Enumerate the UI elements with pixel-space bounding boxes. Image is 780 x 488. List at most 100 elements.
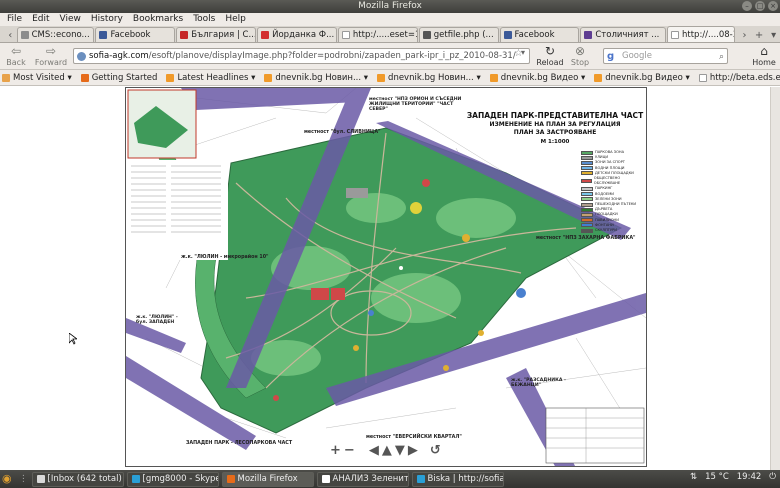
tab-1[interactable]: Facebook — [95, 27, 176, 42]
tab-8-active[interactable]: http://....08-31/× — [667, 26, 736, 42]
skype-icon — [416, 475, 425, 483]
tab-favicon — [20, 31, 29, 39]
maximize-icon[interactable]: □ — [755, 1, 765, 11]
menu-edit[interactable]: Edit — [27, 13, 54, 26]
legend-row: ОБЩЕСТВЕНО ОБСЛУЖВАНЕ — [581, 176, 641, 186]
vertical-scrollbar[interactable] — [770, 87, 780, 470]
rss-icon — [594, 73, 603, 82]
reload-label: Reload — [536, 58, 564, 67]
page-icon — [698, 73, 707, 82]
list-all-tabs-icon[interactable]: ▾ — [767, 29, 780, 42]
legend-label: СКУЛПТУРИ — [595, 228, 617, 233]
bookmark-item[interactable]: http://beta.eds.econ... — [698, 72, 780, 83]
tab-5[interactable]: getfile.php (... — [418, 27, 499, 42]
menu-file[interactable]: File — [2, 13, 27, 26]
bookmark-item[interactable]: dnevnik.bg Новин... ▾ — [264, 73, 368, 83]
url-path: /esoft/planove/displayImage.php?folder=p… — [148, 51, 516, 61]
bookmark-item[interactable]: dnevnik.bg Видео ▾ — [594, 73, 690, 83]
pan-down-icon[interactable]: ▼ — [395, 443, 405, 458]
url-domain: sofia-agk.com — [89, 51, 149, 61]
window-controls: – □ × — [742, 1, 778, 11]
legend-swatch — [581, 197, 593, 202]
rotate-icon[interactable]: ↺ — [430, 443, 441, 458]
network-icon[interactable]: ⇅ — [690, 472, 697, 482]
weather-temp[interactable]: 15 °C — [705, 472, 729, 482]
plan-legend: ПАРКОВА ЗОНА УЛИЦИ ЗОНИ ЗА СПОРТ ВОДНИ ПЛОЩ… — [581, 150, 641, 233]
minimize-icon[interactable]: – — [742, 1, 752, 11]
firefox-icon — [80, 73, 89, 82]
bookmark-label: dnevnik.bg Видео — [500, 72, 579, 83]
url-history-dropdown-icon[interactable]: ▾ — [521, 48, 525, 57]
window-titlebar: Mozilla Firefox – □ × — [0, 0, 780, 13]
tab-favicon — [261, 31, 270, 39]
menu-history[interactable]: History — [86, 13, 128, 26]
ubuntu-logo-icon[interactable]: ◉ — [2, 472, 16, 486]
search-placeholder: Google — [622, 51, 652, 61]
bookmark-label: dnevnik.bg Новин... — [388, 72, 474, 83]
bookmark-label: dnevnik.bg Видео — [605, 72, 683, 83]
legend-swatch — [581, 166, 593, 171]
tab-bar: ‹ CMS::econo... Facebook България | С...… — [0, 26, 780, 43]
reload-button[interactable]: ↻ Reload — [536, 44, 564, 67]
bookmark-label: Latest Headlines — [177, 72, 249, 83]
search-icon[interactable]: ⌕ — [719, 50, 724, 64]
search-input[interactable]: g Google ⌕ — [603, 48, 728, 64]
pan-up-icon[interactable]: ▲ — [382, 443, 392, 458]
pan-right-icon[interactable]: ▶ — [408, 443, 418, 458]
tab-3[interactable]: Йорданка Ф... — [257, 27, 337, 42]
tab-scroll-right-icon[interactable]: › — [738, 29, 751, 42]
back-label: Back — [6, 58, 26, 67]
tab-favicon — [341, 31, 350, 39]
tab-label: Столичният ... — [595, 30, 660, 40]
home-label: Home — [752, 58, 776, 67]
legend-swatch — [581, 155, 593, 160]
clock[interactable]: 19:42 — [737, 472, 762, 482]
system-tray: ⇅ 15 °C 19:42 ⏻ — [690, 472, 776, 482]
legend-swatch — [581, 150, 593, 155]
plan-title-block: ЗАПАДЕН ПАРК-ПРЕДСТАВИТЕЛНА ЧАСТ ИЗМЕНЕН… — [466, 111, 644, 146]
new-tab-icon[interactable]: + — [753, 29, 766, 42]
zoom-in-icon[interactable]: + — [330, 443, 341, 458]
pan-left-icon[interactable]: ◀ — [369, 443, 379, 458]
menu-bookmarks[interactable]: Bookmarks — [128, 13, 188, 26]
home-button[interactable]: ⌂ Home — [750, 44, 778, 67]
taskbar-item[interactable]: Biska | http://sofia... — [411, 471, 504, 487]
tab-label: България | С... — [191, 30, 257, 40]
tab-6[interactable]: Facebook — [499, 27, 580, 42]
bookmark-item[interactable]: Getting Started — [80, 73, 157, 83]
close-icon[interactable]: × — [768, 1, 778, 11]
taskbar-item-active[interactable]: Mozilla Firefox — [221, 471, 314, 487]
rss-icon — [166, 73, 175, 82]
urban-plan-image[interactable]: ЗАПАДЕН ПАРК-ПРЕДСТАВИТЕЛНА ЧАСТ ИЗМЕНЕН… — [125, 87, 647, 467]
bookmark-item[interactable]: dnevnik.bg Новин... ▾ — [377, 73, 481, 83]
power-icon[interactable]: ⏻ — [769, 472, 776, 482]
back-button[interactable]: ⇦ Back — [4, 44, 28, 67]
taskbar: ◉ ⋮ [Inbox (642 total) ... [gmg8000 - Sk… — [0, 470, 780, 488]
bookmark-item[interactable]: Most Visited ▾ — [2, 73, 72, 83]
tab-4[interactable]: http:/.....eset=1 — [337, 27, 418, 42]
zoom-out-icon[interactable]: − — [344, 443, 355, 458]
label-top-street: местност "НПЗ ОРИОН И СЪСЕДНИ ЖИЛИЩНИ ТЕ… — [369, 97, 462, 112]
bookmark-label: http://beta.eds.econ... — [709, 72, 780, 83]
bookmark-item[interactable]: Latest Headlines ▾ — [166, 73, 255, 83]
plan-subtitle-1: ИЗМЕНЕНИЕ НА ПЛАН ЗА РЕГУЛАЦИЯ — [489, 120, 621, 128]
taskbar-item[interactable]: [Inbox (642 total) ... — [31, 471, 124, 487]
taskbar-item[interactable]: [gmg8000 - Skype... — [126, 471, 219, 487]
menu-help[interactable]: Help — [220, 13, 251, 26]
firefox-icon — [226, 475, 235, 483]
legend-swatch — [581, 171, 593, 176]
menu-tools[interactable]: Tools — [188, 13, 220, 26]
stop-button[interactable]: ⊗ Stop — [568, 44, 592, 67]
tab-2[interactable]: България | С... — [176, 27, 257, 42]
menu-view[interactable]: View — [55, 13, 86, 26]
tab-favicon — [503, 31, 512, 39]
url-bar[interactable]: sofia-agk.com/esoft/planove/displayImage… — [73, 48, 530, 64]
bookmarks-toolbar: Most Visited ▾ Getting Started Latest He… — [0, 70, 780, 86]
tab-7[interactable]: Столичният ... — [580, 27, 666, 42]
tab-0[interactable]: CMS::econo... — [16, 27, 95, 42]
skype-icon — [131, 475, 140, 483]
taskbar-item[interactable]: АНАЛИЗ Зеленит... — [316, 471, 409, 487]
tab-scroll-left-icon[interactable]: ‹ — [4, 29, 17, 42]
forward-button[interactable]: ⇨ Forward — [32, 44, 70, 67]
bookmark-item[interactable]: dnevnik.bg Видео ▾ — [489, 72, 585, 83]
